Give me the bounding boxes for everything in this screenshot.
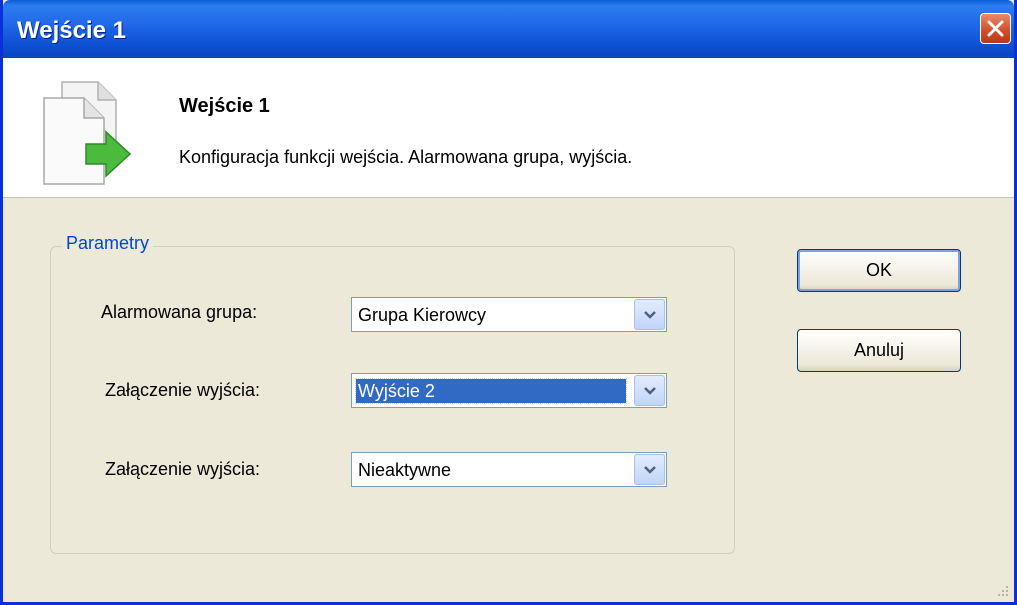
- output-1-select[interactable]: Wyjście 2: [351, 373, 667, 408]
- output-2-label: Załączenie wyjścia:: [105, 459, 261, 479]
- close-button[interactable]: [980, 13, 1011, 44]
- output-1-dropdown-button[interactable]: [634, 375, 665, 406]
- header-panel: Wejście 1 Konfiguracja funkcji wejścia. …: [3, 58, 1014, 198]
- output-2-dropdown-button[interactable]: [634, 454, 665, 485]
- alarm-group-label: Alarmowana grupa:: [101, 302, 258, 322]
- output-1-value: Wyjście 2: [355, 378, 627, 404]
- close-icon: [987, 20, 1004, 37]
- alarm-group-value: Grupa Kierowcy: [358, 305, 487, 325]
- chevron-down-icon: [644, 387, 656, 395]
- cancel-button[interactable]: Anuluj: [797, 329, 961, 372]
- chevron-down-icon: [644, 311, 656, 319]
- document-input-icon: [43, 81, 132, 185]
- alarm-group-select[interactable]: Grupa Kierowcy: [351, 297, 667, 332]
- output-2-select[interactable]: Nieaktywne: [351, 452, 667, 487]
- title-bar[interactable]: Wejście 1: [3, 0, 1014, 58]
- dialog-window: Wejście 1 Wejście 1 Konfiguracja funkcji…: [0, 0, 1017, 605]
- output-1-label: Załączenie wyjścia:: [105, 380, 261, 400]
- alarm-group-dropdown-button[interactable]: [634, 299, 665, 330]
- ok-button[interactable]: OK: [797, 249, 961, 292]
- header-description: Konfiguracja funkcji wejścia. Alarmowana…: [179, 147, 633, 167]
- output-2-value: Nieaktywne: [358, 460, 452, 480]
- chevron-down-icon: [644, 466, 656, 474]
- parameters-legend: Parametry: [62, 233, 154, 254]
- window-title: Wejście 1: [17, 17, 126, 44]
- header-title: Wejście 1: [179, 95, 270, 117]
- resize-grip-icon[interactable]: [994, 582, 1010, 598]
